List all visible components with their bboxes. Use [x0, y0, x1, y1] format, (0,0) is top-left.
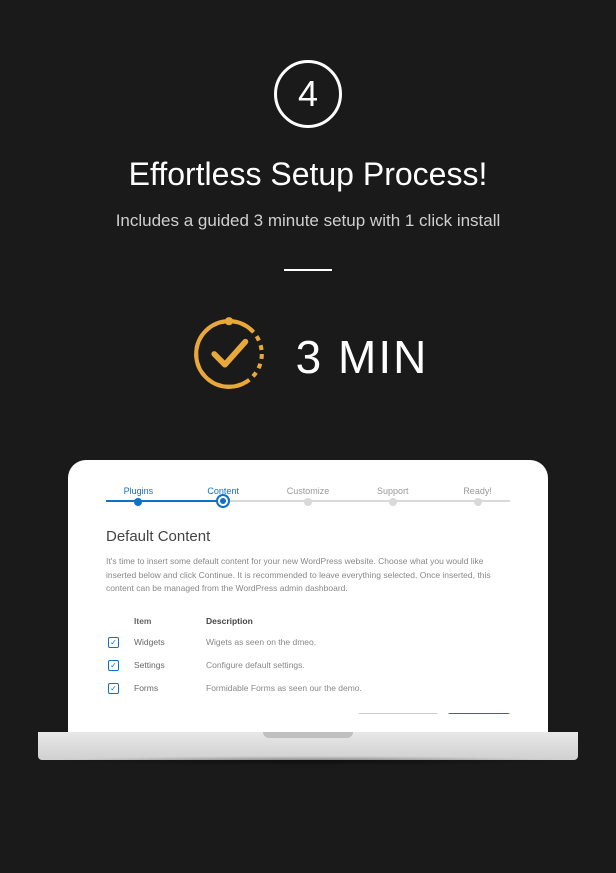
- wizard-step-support[interactable]: Support: [350, 486, 435, 506]
- row-desc: Wigets as seen on the dmeo.: [206, 632, 508, 653]
- table-header-row: Item Description: [108, 612, 508, 630]
- wizard-step-plugins[interactable]: Plugins: [96, 486, 181, 506]
- wizard-content: Default Content It's time to insert some…: [86, 514, 530, 714]
- wizard-dot-icon: [304, 498, 312, 506]
- laptop-mockup: Plugins Content Customize Support Ready!: [68, 460, 548, 760]
- hero-title: Effortless Setup Process!: [0, 156, 616, 193]
- table-row: ✓ Forms Formidable Forms as seen our the…: [108, 678, 508, 699]
- wizard-step-label: Support: [377, 486, 409, 496]
- wizard-step-ready[interactable]: Ready!: [435, 486, 520, 506]
- wizard-steps: Plugins Content Customize Support Ready!: [86, 478, 530, 514]
- button-row: Skip this step Continue: [106, 713, 510, 714]
- wizard-step-label: Plugins: [124, 486, 154, 496]
- laptop-screen: Plugins Content Customize Support Ready!: [68, 460, 548, 732]
- checkbox-settings[interactable]: ✓: [108, 660, 119, 671]
- wizard-step-customize[interactable]: Customize: [266, 486, 351, 506]
- row-item: Forms: [134, 678, 204, 699]
- row-desc: Configure default settings.: [206, 655, 508, 676]
- col-check: [108, 612, 132, 630]
- hero-subtitle: Includes a guided 3 minute setup with 1 …: [0, 211, 616, 231]
- clock-check-icon: [188, 313, 270, 400]
- table-row: ✓ Settings Configure default settings.: [108, 655, 508, 676]
- checkbox-widgets[interactable]: ✓: [108, 637, 119, 648]
- hero-section: 4 Effortless Setup Process! Includes a g…: [0, 0, 616, 400]
- wizard-panel: Plugins Content Customize Support Ready!: [86, 478, 530, 714]
- step-number: 4: [298, 73, 318, 115]
- time-label: 3 MIN: [296, 330, 429, 384]
- step-number-badge: 4: [274, 60, 342, 128]
- checkbox-forms[interactable]: ✓: [108, 683, 119, 694]
- wizard-dot-icon: [389, 498, 397, 506]
- row-desc: Formidable Forms as seen our the demo.: [206, 678, 508, 699]
- panel-title: Default Content: [106, 528, 510, 545]
- wizard-dot-icon: [134, 498, 142, 506]
- continue-button[interactable]: Continue: [448, 713, 510, 714]
- panel-description: It's time to insert some default content…: [106, 555, 510, 596]
- time-row: 3 MIN: [0, 313, 616, 400]
- wizard-step-label: Content: [207, 486, 239, 496]
- row-item: Widgets: [134, 632, 204, 653]
- wizard-step-label: Customize: [287, 486, 330, 496]
- col-description: Description: [206, 612, 508, 630]
- divider: [284, 269, 332, 271]
- wizard-step-content[interactable]: Content: [181, 486, 266, 506]
- col-item: Item: [134, 612, 204, 630]
- content-table: Item Description ✓ Widgets Wigets as see…: [106, 610, 510, 701]
- table-row: ✓ Widgets Wigets as seen on the dmeo.: [108, 632, 508, 653]
- laptop-base: [38, 732, 578, 760]
- wizard-dot-icon: [218, 496, 228, 506]
- wizard-dot-icon: [474, 498, 482, 506]
- row-item: Settings: [134, 655, 204, 676]
- wizard-step-label: Ready!: [463, 486, 492, 496]
- skip-button[interactable]: Skip this step: [358, 713, 438, 714]
